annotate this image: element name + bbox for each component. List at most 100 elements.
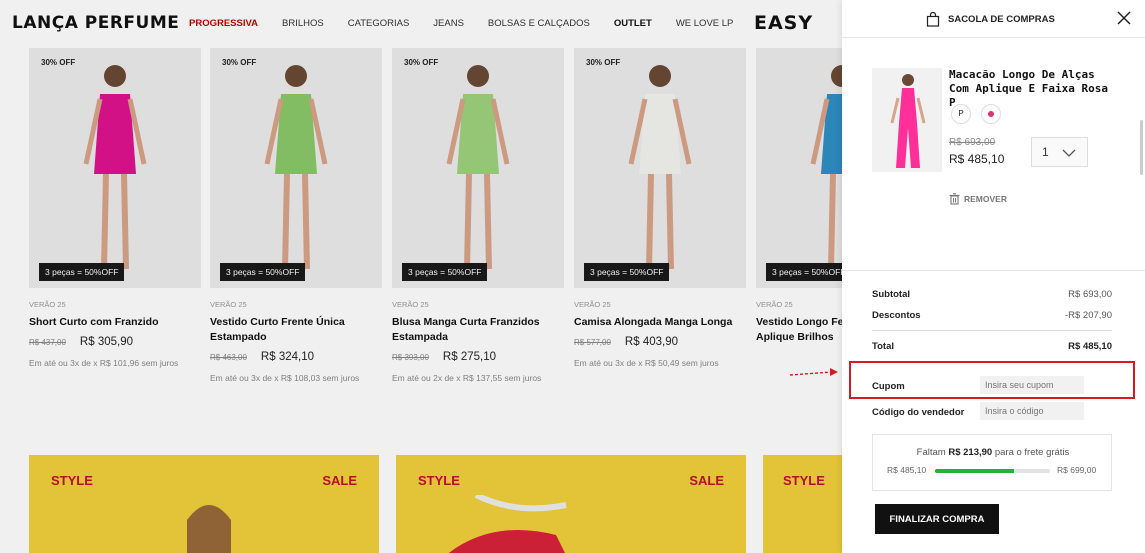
easy-brand-link[interactable]: EASY <box>754 12 813 34</box>
remove-label: REMOVER <box>964 194 1007 204</box>
nav-item-progressiva[interactable]: PROGRESSIVA <box>189 18 258 29</box>
product-installments: Em até ou 3x de x R$ 50,49 sem juros <box>574 358 719 368</box>
chevron-down-icon <box>1062 149 1076 157</box>
shipping-progress-bar <box>935 469 1050 473</box>
product-installments: Em até ou 2x de x R$ 137,55 sem juros <box>392 373 542 383</box>
product-image[interactable]: 30% OFF 3 peças = 50%OFF <box>574 48 746 288</box>
discount-value: -R$ 207,90 <box>1064 310 1112 321</box>
product-photo <box>628 65 692 270</box>
subtotal-value: R$ 693,00 <box>1068 289 1112 300</box>
banner-left-text: STYLE <box>783 473 825 488</box>
subtotal-label: Subtotal <box>872 289 910 300</box>
checkout-button[interactable]: FINALIZAR COMPRA <box>875 504 999 534</box>
promo-banner[interactable]: STYLE <box>763 455 842 553</box>
shopping-cart-panel: SACOLA DE COMPRAS Macacão Longo De Alças… <box>842 0 1145 553</box>
product-collection: VERÃO 25 <box>392 300 429 309</box>
product-grid: 30% OFF 3 peças = 50%OFF VERÃO 25 Short Cur… <box>0 48 928 458</box>
promo-badge: 3 peças = 50%OFF <box>584 263 670 281</box>
cart-item-old-price: R$ 693,00 <box>949 137 996 148</box>
promo-badge: 3 peças = 50%OFF <box>766 263 852 281</box>
total-value: R$ 485,10 <box>1068 341 1112 352</box>
seller-code-label: Código do vendedor <box>872 407 965 418</box>
trash-icon <box>949 193 960 205</box>
cart-scrollbar[interactable] <box>1140 120 1143 175</box>
page: LANÇA PERFUME PROGRESSIVA BRILHOS CATEGO… <box>0 0 1145 553</box>
nav-item-jeans[interactable]: JEANS <box>433 18 464 29</box>
discount-badge: 30% OFF <box>41 58 76 67</box>
banner-right-text: SALE <box>689 473 724 488</box>
product-installments: Em até ou 3x de x R$ 101,96 sem juros <box>29 358 179 368</box>
model-photo <box>187 505 231 553</box>
remove-item-button[interactable]: REMOVER <box>949 193 1007 205</box>
quantity-value: 1 <box>1042 145 1049 159</box>
nav-item-bolsas[interactable]: BOLSAS E CALÇADOS <box>488 18 590 29</box>
product-name[interactable]: Vestido Curto Frente Única Estampado <box>210 315 382 345</box>
product-image[interactable]: 30% OFF 3 peças = 50%OFF <box>392 48 564 288</box>
shopping-bag-icon <box>926 12 940 27</box>
product-prices: R$ 437,00 R$ 305,90 <box>29 336 201 348</box>
product-name[interactable]: Camisa Alongada Manga Longa <box>574 315 746 330</box>
product-old-price: R$ 577,00 <box>574 338 611 347</box>
divider <box>842 270 1145 271</box>
discount-badge: 30% OFF <box>404 58 439 67</box>
product-image[interactable]: 30% OFF 3 peças = 50%OFF <box>29 48 201 288</box>
annotation-arrow <box>789 368 838 376</box>
subtotal-row: Subtotal R$ 693,00 <box>872 289 1112 300</box>
coupon-label: Cupom <box>872 381 905 392</box>
promo-badge: 3 peças = 50%OFF <box>402 263 488 281</box>
product-price: R$ 275,10 <box>442 351 496 363</box>
divider <box>872 330 1112 331</box>
product-card[interactable]: 30% OFF 3 peças = 50%OFF VERÃO 25 Camisa Al… <box>574 48 746 368</box>
discount-badge: 30% OFF <box>586 58 621 67</box>
product-collection: VERÃO 25 <box>574 300 611 309</box>
cart-item-name[interactable]: Macacão Longo De Alças Com Aplique E Fai… <box>949 68 1119 110</box>
shipping-goal-value: R$ 699,00 <box>1057 465 1097 475</box>
discount-label: Descontos <box>872 310 921 321</box>
banner-left-text: STYLE <box>418 473 460 488</box>
shipping-prefix: Faltam <box>916 447 946 458</box>
product-photo <box>264 65 328 270</box>
promo-banner[interactable]: STYLE SALE <box>29 455 379 553</box>
cart-item-image[interactable] <box>872 68 942 172</box>
discount-row: Descontos -R$ 207,90 <box>872 310 1112 321</box>
shipping-suffix: para o frete grátis <box>994 447 1070 458</box>
coupon-input[interactable] <box>980 376 1084 394</box>
nav-item-categorias[interactable]: CATEGORIAS <box>348 18 410 29</box>
bag-photo <box>448 495 567 553</box>
site-header: LANÇA PERFUME PROGRESSIVA BRILHOS CATEGO… <box>0 0 842 48</box>
seller-code-input[interactable] <box>980 402 1084 420</box>
quantity-select[interactable]: 1 <box>1031 137 1088 167</box>
product-name[interactable]: Short Curto com Franzido <box>29 315 201 330</box>
product-image[interactable]: 30% OFF 3 peças = 50%OFF <box>210 48 382 288</box>
product-price: R$ 324,10 <box>260 351 314 363</box>
product-prices: R$ 393,00 R$ 275,10 <box>392 351 564 363</box>
product-old-price: R$ 393,00 <box>392 353 429 362</box>
nav-item-we-love-lp[interactable]: WE LOVE LP <box>676 18 734 29</box>
promo-banner[interactable]: STYLE SALE <box>396 455 746 553</box>
product-price: R$ 305,90 <box>79 336 133 348</box>
product-old-price: R$ 437,00 <box>29 338 66 347</box>
product-collection: VERÃO 25 <box>29 300 66 309</box>
cart-item-color-swatch <box>981 104 1001 124</box>
product-name[interactable]: Blusa Manga Curta Franzidos Estampada <box>392 315 564 345</box>
product-card[interactable]: 30% OFF 3 peças = 50%OFF VERÃO 25 Blusa Man… <box>392 48 564 383</box>
nav-item-brilhos[interactable]: BRILHOS <box>282 18 324 29</box>
product-photo <box>890 74 926 168</box>
product-prices: R$ 463,00 R$ 324,10 <box>210 351 382 363</box>
product-card[interactable]: 30% OFF 3 peças = 50%OFF VERÃO 25 Vestido C… <box>210 48 382 383</box>
nav-item-outlet[interactable]: OUTLET <box>614 18 652 29</box>
product-card[interactable]: 30% OFF 3 peças = 50%OFF VERÃO 25 Short Cur… <box>29 48 201 368</box>
product-collection: VERÃO 25 <box>210 300 247 309</box>
discount-badge: 30% OFF <box>222 58 257 67</box>
site-logo[interactable]: LANÇA PERFUME <box>12 13 179 33</box>
product-photo <box>446 65 510 270</box>
banner-left-text: STYLE <box>51 473 93 488</box>
main-nav: PROGRESSIVA BRILHOS CATEGORIAS JEANS BOL… <box>189 18 757 29</box>
close-icon[interactable] <box>1116 10 1132 26</box>
product-prices: R$ 577,00 R$ 403,90 <box>574 336 746 348</box>
product-installments: Em até ou 3x de x R$ 108,03 sem juros <box>210 373 360 383</box>
shipping-current-value: R$ 485,10 <box>887 465 927 475</box>
product-photo <box>83 65 147 270</box>
cart-item-price: R$ 485,10 <box>949 152 1005 166</box>
cart-header: SACOLA DE COMPRAS <box>842 0 1145 38</box>
